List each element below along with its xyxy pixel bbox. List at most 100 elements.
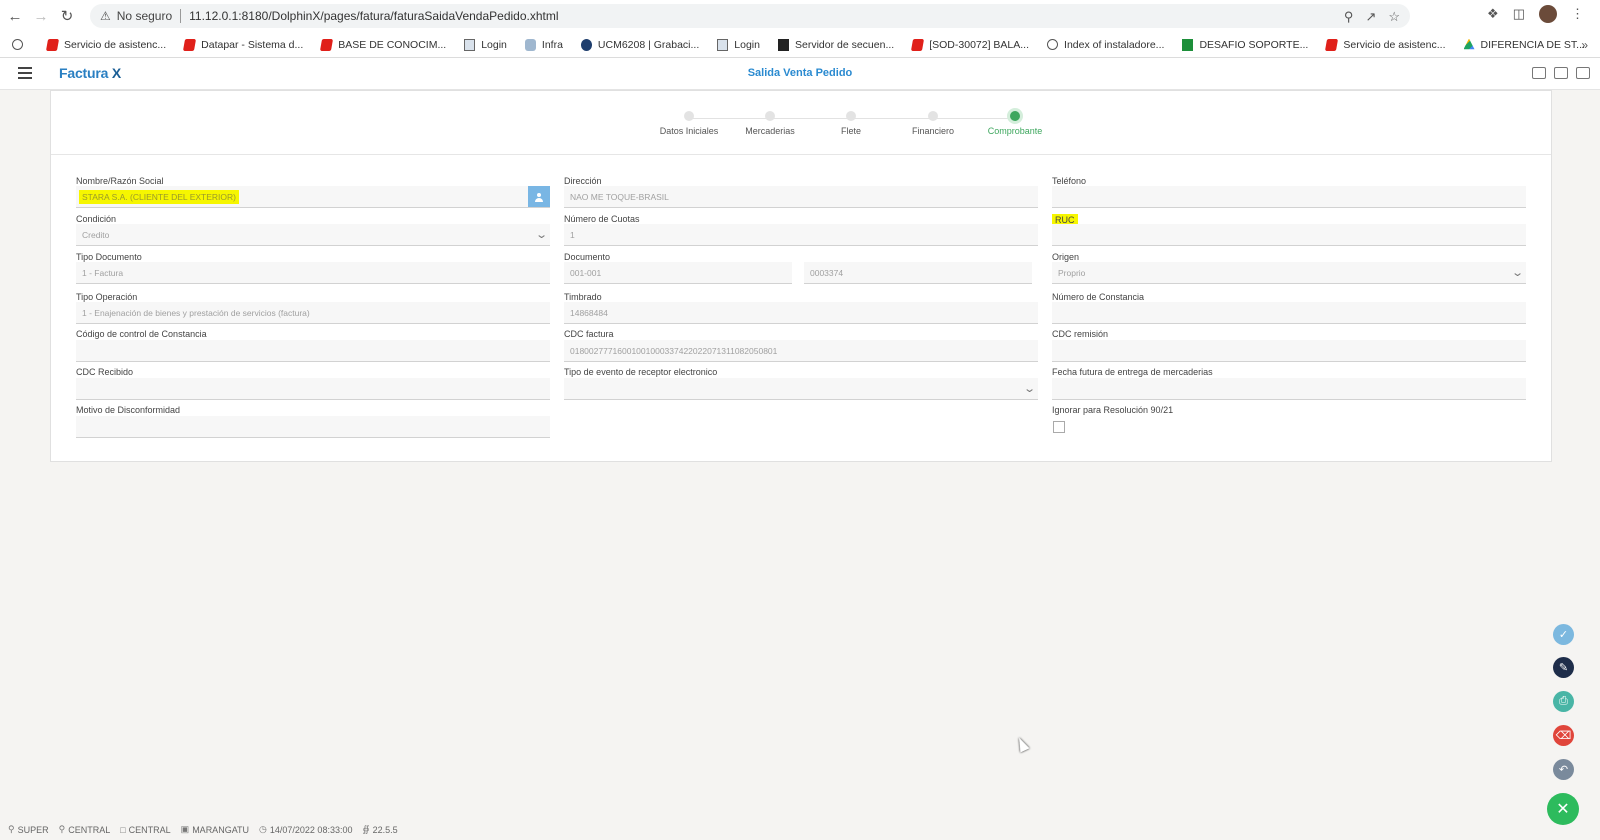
bookmark-item[interactable]: Servidor de secuen... xyxy=(777,38,894,51)
reload-icon[interactable]: ↻ xyxy=(56,5,78,27)
tipo-documento-field[interactable]: 1 - Factura xyxy=(76,262,550,284)
numero-cuotas-field[interactable]: 1 xyxy=(564,224,1038,246)
bookmarks-bar: Servicio de asistenc... Datapar - Sistem… xyxy=(0,32,1600,58)
side-panel-icon[interactable]: ◫ xyxy=(1513,6,1525,22)
bookmark-item[interactable]: DESAFIO SOPORTE... xyxy=(1182,38,1308,51)
nombre-value: STARA S.A. (CLIENTE DEL EXTERIOR) xyxy=(79,189,239,204)
cdc-factura-field[interactable]: 0180027771600100100033742202207131108205… xyxy=(564,340,1038,362)
step-datos-iniciales[interactable]: Datos Iniciales xyxy=(644,111,734,136)
bookmark-star-icon[interactable]: ☆ xyxy=(1388,9,1400,25)
frame-icon: □ xyxy=(120,824,126,835)
bookmark-item[interactable]: BASE DE CONOCIM... xyxy=(320,38,446,51)
bookmark-item[interactable]: [SOD-30072] BALA... xyxy=(911,38,1029,51)
red-logo-icon xyxy=(320,38,334,51)
client-search-button[interactable] xyxy=(528,186,550,207)
network-icon[interactable] xyxy=(1554,67,1568,79)
sheets-icon xyxy=(1182,38,1194,51)
step-label: Mercaderias xyxy=(745,126,795,136)
ignorar-label: Ignorar para Resolución 90/21 xyxy=(1052,405,1174,415)
keyboard-icon[interactable] xyxy=(1532,67,1546,79)
bookmark-item[interactable]: Datapar - Sistema d... xyxy=(183,38,303,51)
documento-serie-field[interactable]: 001-001 xyxy=(564,262,792,284)
browser-toolbar: ← → ↻ ⚠ No seguro 11.12.0.1:8180/Dolphin… xyxy=(0,0,1600,32)
profile-avatar[interactable] xyxy=(1539,5,1557,23)
extensions-icon[interactable]: ❖ xyxy=(1487,6,1499,22)
bookmark-item[interactable]: Servicio de asistenc... xyxy=(45,38,166,51)
tipo-evento-select[interactable]: ⌄ xyxy=(564,378,1038,400)
bookmark-globe-icon[interactable] xyxy=(12,39,29,50)
bookmark-item[interactable]: Login xyxy=(717,38,760,51)
url-text[interactable]: 11.12.0.1:8180/DolphinX/pages/fatura/fat… xyxy=(189,9,558,23)
ruc-field[interactable] xyxy=(1052,224,1526,246)
back-icon[interactable]: ← xyxy=(4,5,26,27)
step-financiero[interactable]: Financiero xyxy=(888,111,978,136)
undo-icon: ↶ xyxy=(1558,764,1569,776)
undo-button[interactable]: ↶ xyxy=(1553,759,1574,780)
cdc-remision-label: CDC remisión xyxy=(1052,329,1109,339)
direccion-label: Dirección xyxy=(564,176,602,186)
step-mercaderias[interactable]: Mercaderias xyxy=(725,111,815,136)
status-company: ▣ MARANGATU xyxy=(180,824,250,835)
menu-dots-icon[interactable]: ⋮ xyxy=(1571,6,1584,22)
printer-icon: ⎙ xyxy=(1559,695,1568,707)
delete-button[interactable]: ⌫ xyxy=(1553,725,1574,746)
zoom-icon[interactable]: ⚲ xyxy=(1344,9,1354,25)
step-label: Financiero xyxy=(911,126,955,136)
tipo-documento-label: Tipo Documento xyxy=(76,252,142,262)
tipo-operacion-field[interactable]: 1 - Enajenación de bienes y prestación d… xyxy=(76,302,550,324)
id-card-icon[interactable] xyxy=(1576,67,1590,79)
chevron-down-icon: ⌄ xyxy=(1510,267,1524,279)
card-divider xyxy=(51,154,1551,155)
header-icons xyxy=(1532,67,1590,79)
bookmark-item[interactable]: Infra xyxy=(524,38,563,51)
close-icon: ✕ xyxy=(1556,801,1570,818)
motivo-field[interactable] xyxy=(76,416,550,438)
page-icon xyxy=(717,38,729,51)
telefono-field[interactable] xyxy=(1052,186,1526,208)
address-bar-actions: ⚲ ↗ ☆ xyxy=(1344,9,1400,25)
condicion-select[interactable]: Credito ⌄ xyxy=(76,224,550,246)
timbrado-field[interactable]: 14868484 xyxy=(564,302,1038,324)
step-flete[interactable]: Flete xyxy=(806,111,896,136)
check-icon: ✓ xyxy=(1558,629,1569,641)
step-dot xyxy=(765,111,775,121)
print-button[interactable]: ⎙ xyxy=(1553,691,1574,712)
fecha-futura-label: Fecha futura de entrega de mercaderias xyxy=(1052,367,1213,377)
direccion-field[interactable]: NAO ME TOQUE-BRASIL xyxy=(564,186,1038,208)
close-button[interactable]: ✕ xyxy=(1547,793,1579,825)
share-icon[interactable]: ↗ xyxy=(1365,9,1376,25)
telefono-label: Teléfono xyxy=(1052,176,1087,186)
cdc-factura-label: CDC factura xyxy=(564,329,614,339)
cdc-recibido-field[interactable] xyxy=(76,378,550,400)
step-dot xyxy=(928,111,938,121)
nombre-field[interactable]: STARA S.A. (CLIENTE DEL EXTERIOR) xyxy=(76,186,550,208)
globe-icon xyxy=(1047,39,1059,50)
bookmark-item[interactable]: UCM6208 | Grabaci... xyxy=(580,38,699,51)
bookmarks-overflow-icon[interactable]: » xyxy=(1581,38,1588,52)
infra-icon xyxy=(524,38,536,51)
address-bar[interactable]: ⚠ No seguro 11.12.0.1:8180/DolphinX/page… xyxy=(90,4,1410,28)
bookmark-item[interactable]: Login xyxy=(464,38,507,51)
form-card: Datos Iniciales Mercaderias Flete Financ… xyxy=(50,90,1552,462)
step-comprobante[interactable]: Comprobante xyxy=(970,111,1060,136)
drive-icon xyxy=(1463,38,1475,50)
fecha-futura-field[interactable] xyxy=(1052,378,1526,400)
confirm-button[interactable]: ✓ xyxy=(1553,624,1574,645)
bookmark-item[interactable]: Servicio de asistenc... xyxy=(1325,38,1446,51)
clock-icon: ◷ xyxy=(259,824,267,834)
ignorar-checkbox[interactable] xyxy=(1053,421,1065,433)
ucm-icon xyxy=(580,38,592,51)
origen-select[interactable]: Proprio ⌄ xyxy=(1052,262,1526,284)
forward-icon[interactable]: → xyxy=(30,5,52,27)
bookmark-item[interactable]: DIFERENCIA DE ST... xyxy=(1463,38,1585,51)
documento-numero-field[interactable]: 0003374 xyxy=(804,262,1032,284)
edit-button[interactable]: ✎ xyxy=(1553,657,1574,678)
bookmark-item[interactable]: Index of instaladore... xyxy=(1047,39,1164,51)
mouse-cursor xyxy=(1014,735,1030,753)
numero-constancia-field[interactable] xyxy=(1052,302,1526,324)
cdc-remision-field[interactable] xyxy=(1052,340,1526,362)
codigo-control-field[interactable] xyxy=(76,340,550,362)
browser-actions: ❖ ◫ ⋮ xyxy=(1487,5,1584,23)
status-user: ⚲ SUPER xyxy=(8,824,49,835)
chevron-down-icon: ⌄ xyxy=(534,229,548,241)
